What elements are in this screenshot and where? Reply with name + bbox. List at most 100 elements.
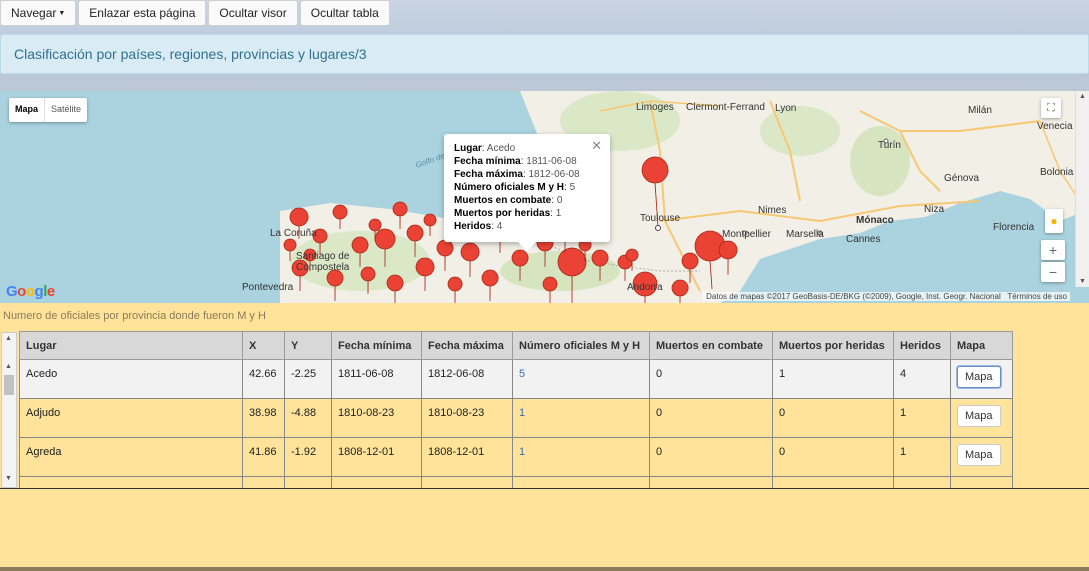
zoom-out-button[interactable]: − [1041, 262, 1065, 282]
page-title: Clasificación por países, regiones, prov… [14, 46, 367, 62]
cell-mapa: Mapa [950, 437, 1013, 477]
map-label-lyon: Lyon [775, 103, 797, 114]
map-label-clermont: Clermont-Ferrand [686, 102, 765, 113]
scroll-down-icon[interactable]: ▼ [1079, 278, 1086, 285]
cell-partial [772, 476, 894, 488]
cell-mapa: Mapa [950, 398, 1013, 438]
scroll-up-icon[interactable]: ▲ [5, 335, 12, 342]
col-fecha-minima[interactable]: Fecha mínima [331, 331, 422, 360]
popup-lugar-key: Lugar [454, 143, 482, 154]
map-type-satelite[interactable]: Satélite [44, 98, 87, 122]
scroll-up-icon[interactable]: ▲ [1079, 93, 1086, 100]
ocultar-visor-button[interactable]: Ocultar visor [208, 0, 298, 26]
map-label-montpellier: Montpellier [722, 229, 771, 240]
col-heridos[interactable]: Heridos [893, 331, 951, 360]
table-caption: Numero de oficiales por provincia donde … [3, 310, 266, 322]
popup-muertos-key: Muertos en combate [454, 195, 552, 206]
map-label-venecia: Venecia [1037, 121, 1073, 132]
popup-heridas-key: Muertos por heridas [454, 208, 551, 219]
popup-muertos-value: 0 [556, 195, 563, 206]
map-type-control: Mapa Satélite [9, 98, 88, 122]
cell-partial [649, 476, 773, 488]
cell-num-link[interactable]: 5 [512, 359, 650, 399]
cell-partial [893, 476, 951, 488]
map-label-compostela: Compostela [296, 262, 350, 273]
attribution-text: Datos de mapas ©2017 GeoBasis-DE/BKG (©2… [706, 292, 1001, 301]
col-fecha-maxima[interactable]: Fecha máxima [421, 331, 513, 360]
close-icon[interactable]: ✕ [591, 139, 602, 152]
cell-muertos: 0 [649, 359, 773, 399]
scroll-up-small-icon[interactable]: ▲ [5, 363, 12, 370]
navegar-label: Navegar [11, 6, 57, 20]
map-attribution: Datos de mapas ©2017 GeoBasis-DE/BKG (©2… [703, 292, 1070, 301]
popup-fmin-value: 1811-06-08 [526, 156, 577, 167]
map-label-coruna: La Coruña [270, 228, 317, 239]
cell-heridas: 0 [772, 398, 894, 438]
cell-fmax: 1812-06-08 [421, 359, 513, 399]
table-scrollbar[interactable]: ▲ ▲ ▼ [1, 332, 17, 488]
scroll-thumb[interactable] [4, 375, 14, 395]
cell-x: 42.66 [242, 359, 285, 399]
map-viewer[interactable]: Limoges Clermont-Ferrand Lyon Milán Vene… [0, 91, 1089, 303]
popup-heridos-value: 4 [496, 221, 503, 232]
cell-partial [284, 476, 332, 488]
cell-lugar: Acedo [19, 359, 243, 399]
cell-y: -2.25 [284, 359, 332, 399]
mapa-button[interactable]: Mapa [957, 444, 1001, 466]
map-label-florencia: Florencia [993, 222, 1035, 233]
cell-num-link[interactable]: 1 [512, 398, 650, 438]
col-lugar[interactable]: Lugar [19, 331, 243, 360]
col-muertos-combate[interactable]: Muertos en combate [649, 331, 773, 360]
map-label-pontevedra: Pontevedra [242, 282, 294, 293]
col-y[interactable]: Y [284, 331, 332, 360]
cell-num-link[interactable]: 1 [512, 437, 650, 477]
map-label-limoges: Limoges [636, 102, 674, 113]
table-header-row: Lugar X Y Fecha mínima Fecha máxima Núme… [19, 331, 1013, 360]
cell-y: -1.92 [284, 437, 332, 477]
table-viewport: Lugar X Y Fecha mínima Fecha máxima Núme… [0, 330, 1089, 488]
cell-fmin: 1808-12-01 [331, 437, 422, 477]
scroll-down-icon[interactable]: ▼ [5, 475, 12, 482]
cell-fmax: 1810-08-23 [421, 398, 513, 438]
zoom-in-button[interactable]: + [1041, 240, 1065, 260]
cell-heridos: 1 [893, 437, 951, 477]
map-scrollbar[interactable]: ▲ ▼ [1075, 91, 1089, 287]
map-label-marsella: Marsella [786, 229, 824, 240]
page-title-banner: Clasificación por países, regiones, prov… [0, 34, 1089, 74]
map-label-santiago: Santiago de [296, 251, 350, 262]
popup-lugar-value: Acedo [486, 143, 516, 154]
map-label-milan: Milán [968, 105, 992, 116]
popup-heridos-key: Heridos [454, 221, 492, 232]
terms-link[interactable]: Términos de uso [1007, 292, 1067, 301]
map-label-turin: Turín [878, 140, 901, 151]
fullscreen-icon[interactable]: ⛶ [1041, 98, 1061, 118]
cell-fmin: 1811-06-08 [331, 359, 422, 399]
cell-heridos: 1 [893, 398, 951, 438]
data-table: Lugar X Y Fecha mínima Fecha máxima Núme… [19, 331, 1013, 488]
col-muertos-heridas[interactable]: Muertos por heridas [772, 331, 894, 360]
cell-partial [242, 476, 285, 488]
map-label-monaco: Mónaco [856, 215, 894, 226]
navegar-dropdown-button[interactable]: Navegar ▼ [0, 0, 77, 26]
map-label-andorra: Andorra [627, 282, 663, 293]
col-x[interactable]: X [242, 331, 285, 360]
ocultar-tabla-button[interactable]: Ocultar tabla [299, 0, 390, 26]
map-label-genova: Génova [944, 173, 980, 184]
cell-x: 41.86 [242, 437, 285, 477]
cell-partial [331, 476, 422, 488]
table-row: Adjudo 38.98 -4.88 1810-08-23 1810-08-23… [19, 398, 1013, 438]
popup-fmax-value: 1812-06-08 [528, 169, 580, 180]
cell-x: 38.98 [242, 398, 285, 438]
col-numero-oficiales[interactable]: Número oficiales M y H [512, 331, 650, 360]
pegman-icon[interactable]: ● [1045, 209, 1063, 233]
popup-num-value: 5 [569, 182, 576, 193]
col-mapa: Mapa [950, 331, 1013, 360]
enlazar-pagina-button[interactable]: Enlazar esta página [78, 0, 207, 26]
cell-lugar: Agreda [19, 437, 243, 477]
mapa-button[interactable]: Mapa [957, 405, 1001, 427]
cell-y: -4.88 [284, 398, 332, 438]
cell-fmin: 1810-08-23 [331, 398, 422, 438]
map-type-mapa[interactable]: Mapa [9, 98, 44, 122]
table-row-partial [19, 476, 1013, 488]
mapa-button[interactable]: Mapa [957, 366, 1001, 388]
